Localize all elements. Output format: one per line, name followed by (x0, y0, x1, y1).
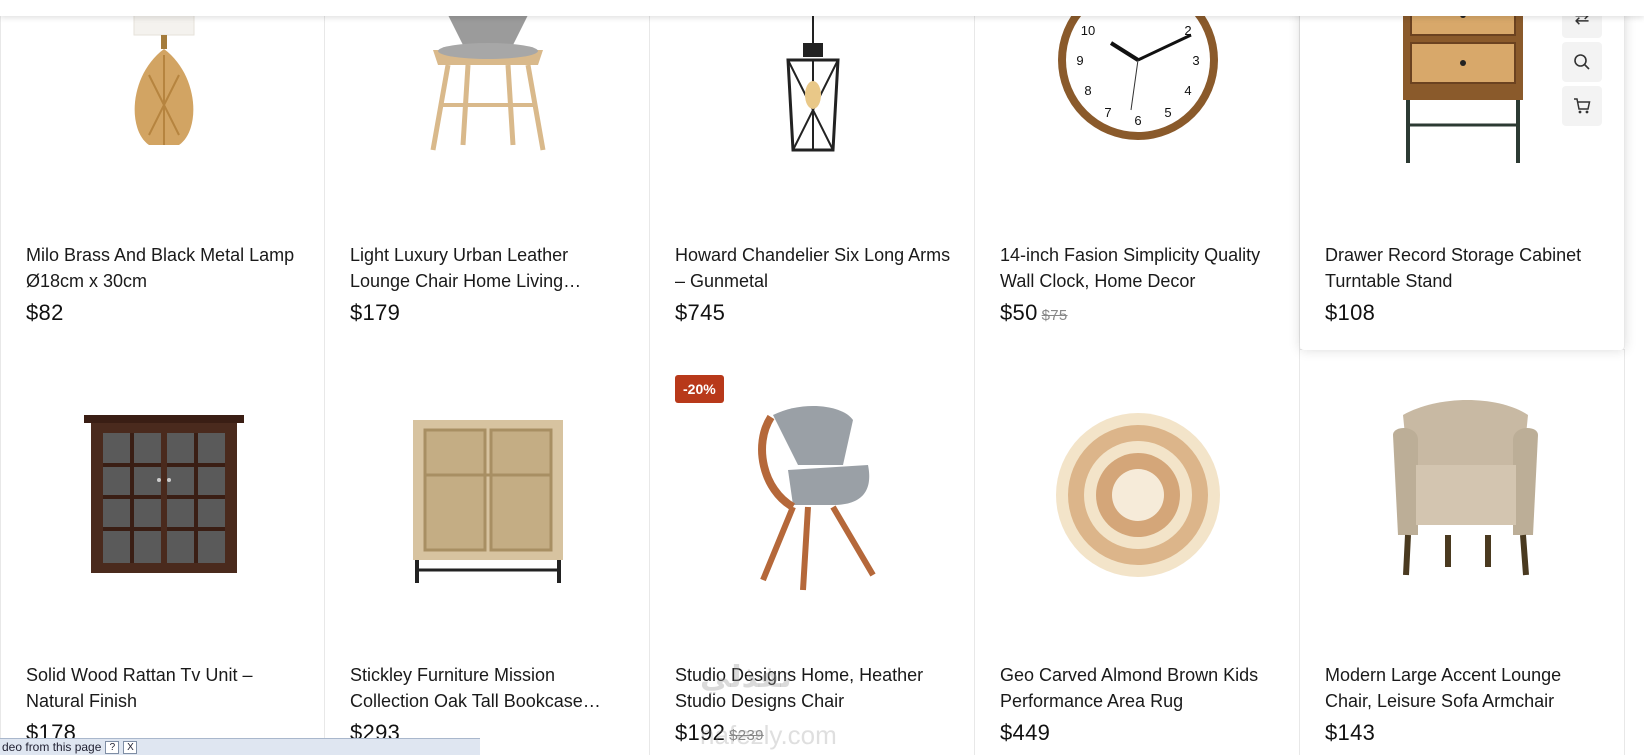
product-row: Solid Wood Rattan Tv Unit – Natural Fini… (0, 350, 1625, 755)
product-price: $179 (350, 300, 400, 326)
product-image-clock[interactable]: 1212 345 678 91011 (1000, 0, 1275, 140)
product-title[interactable]: Light Luxury Urban Leather Lounge Chair … (350, 242, 630, 294)
current-price: $143 (1325, 720, 1376, 745)
product-image-studio-chair[interactable] (675, 370, 950, 620)
current-price: $745 (675, 300, 726, 325)
product-image-tv-unit[interactable] (26, 370, 301, 620)
svg-text:9: 9 (1076, 53, 1083, 68)
product-card-lounge-chair[interactable]: Light Luxury Urban Leather Lounge Chair … (325, 0, 650, 350)
svg-text:5: 5 (1164, 105, 1171, 120)
search-icon[interactable] (1562, 42, 1602, 82)
current-price: $82 (26, 300, 64, 325)
product-title[interactable]: Geo Carved Almond Brown Kids Performance… (1000, 662, 1280, 714)
product-card-drawer-cabinet[interactable]: ⇄ Drawer Record Storage Cabinet Turntabl… (1300, 0, 1625, 350)
product-price: $745 (675, 300, 725, 326)
browser-findbar: deo from this page ? X (0, 738, 480, 755)
current-price: $449 (1000, 720, 1051, 745)
product-title[interactable]: Howard Chandelier Six Long Arms – Gunmet… (675, 242, 955, 294)
product-image-bookcase[interactable] (350, 370, 625, 620)
product-title[interactable]: 14-inch Fasion Simplicity Quality Wall C… (1000, 242, 1280, 294)
product-quick-actions: ⇄ (1562, 0, 1602, 126)
product-image-chair[interactable] (350, 0, 625, 151)
product-image-lamp[interactable] (26, 0, 301, 145)
product-title[interactable]: Solid Wood Rattan Tv Unit – Natural Fini… (26, 662, 306, 714)
product-card-bookcase[interactable]: Stickley Furniture Mission Collection Oa… (325, 350, 650, 755)
help-button[interactable]: ? (105, 740, 120, 754)
svg-text:6: 6 (1134, 113, 1141, 128)
svg-text:3: 3 (1192, 53, 1199, 68)
svg-text:10: 10 (1080, 23, 1094, 38)
current-price: $108 (1325, 300, 1376, 325)
product-title[interactable]: Studio Designs Home, Heather Studio Desi… (675, 662, 955, 714)
product-card-tv-unit[interactable]: Solid Wood Rattan Tv Unit – Natural Fini… (0, 350, 325, 755)
findbar-text: deo from this page (2, 740, 102, 754)
product-price: $50 $75 (1000, 300, 1068, 326)
current-price: $179 (350, 300, 401, 325)
close-button[interactable]: X (123, 740, 138, 754)
cart-icon[interactable] (1562, 86, 1602, 126)
svg-text:4: 4 (1184, 83, 1191, 98)
product-price: $108 (1325, 300, 1375, 326)
product-title[interactable]: Milo Brass And Black Metal Lamp Ø18cm x … (26, 242, 306, 294)
product-image-chandelier[interactable] (675, 0, 950, 152)
product-card-area-rug[interactable]: Geo Carved Almond Brown Kids Performance… (975, 350, 1300, 755)
product-card-studio-chair[interactable]: -20% Studio Designs Home, Heather Studio… (650, 350, 975, 755)
product-card-lamp[interactable]: Milo Brass And Black Metal Lamp Ø18cm x … (0, 0, 325, 350)
product-title[interactable]: Modern Large Accent Lounge Chair, Leisur… (1325, 662, 1605, 714)
product-price: $143 (1325, 720, 1375, 746)
product-card-wall-clock[interactable]: 1212 345 678 91011 14-inch Fasion Simpli… (975, 0, 1300, 350)
product-image-accent-chair[interactable] (1325, 370, 1600, 620)
old-price: $75 (1041, 307, 1068, 324)
product-card-accent-chair[interactable]: Modern Large Accent Lounge Chair, Leisur… (1300, 350, 1625, 755)
product-title[interactable]: Drawer Record Storage Cabinet Turntable … (1325, 242, 1605, 294)
product-price: $449 (1000, 720, 1050, 746)
product-title[interactable]: Stickley Furniture Mission Collection Oa… (350, 662, 630, 714)
product-card-chandelier[interactable]: Howard Chandelier Six Long Arms – Gunmet… (650, 0, 975, 350)
svg-text:7: 7 (1104, 105, 1111, 120)
old-price: $239 (729, 727, 764, 744)
svg-text:8: 8 (1084, 83, 1091, 98)
product-image-rug[interactable] (1000, 370, 1275, 620)
current-price: $50 (1000, 300, 1038, 325)
page-header-edge (0, 0, 1644, 16)
product-row: Milo Brass And Black Metal Lamp Ø18cm x … (0, 0, 1625, 350)
product-price: $192 $239 (675, 720, 764, 746)
product-price: $82 (26, 300, 64, 326)
current-price: $192 (675, 720, 726, 745)
product-image-cabinet[interactable] (1325, 0, 1600, 163)
